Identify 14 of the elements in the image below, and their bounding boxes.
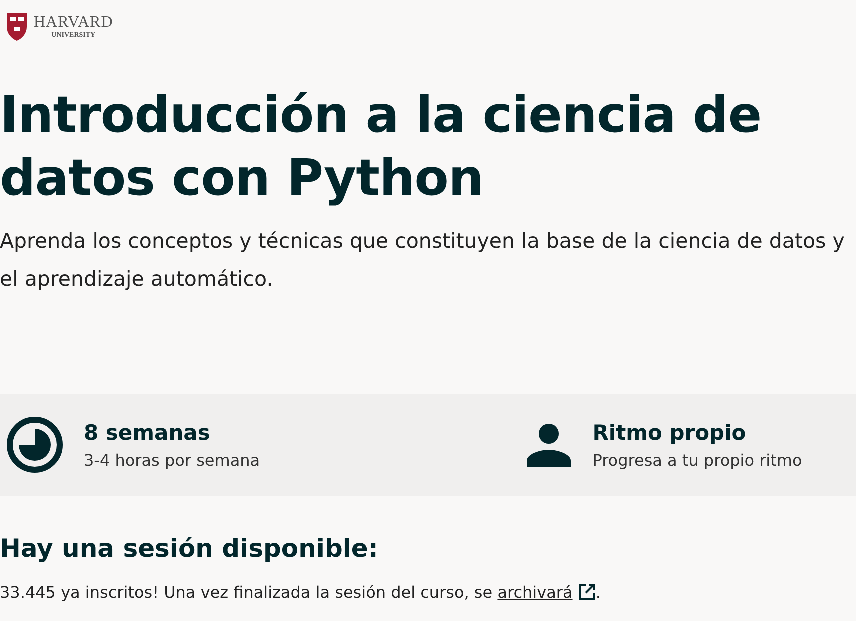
course-description: Aprenda los conceptos y técnicas que constituyen la base de la ciencia de datos y el aprendizaje automático.	[0, 228, 846, 293]
person-icon	[524, 421, 573, 469]
enrollment-text: 33.445 ya inscritos! Una vez finalizada la sesión del curso, se archivará .	[0, 583, 602, 602]
external-link-icon	[578, 583, 596, 601]
clock-icon	[6, 416, 64, 474]
logo-name: HARVARD	[34, 15, 114, 31]
shield-logo-icon	[6, 12, 28, 42]
archive-link[interactable]: archivará	[498, 583, 573, 602]
fact-detail: Progresa a tu propio ritmo	[592, 450, 802, 470]
course-title: Introducción a la ciencia de datos con Python	[0, 85, 763, 209]
fact-detail: 3-4 horas por semana	[84, 450, 260, 470]
fact-title: 8 semanas	[84, 420, 212, 444]
session-heading: Hay una sesión disponible:	[0, 534, 380, 563]
fact-title: Ritmo propio	[592, 420, 748, 444]
